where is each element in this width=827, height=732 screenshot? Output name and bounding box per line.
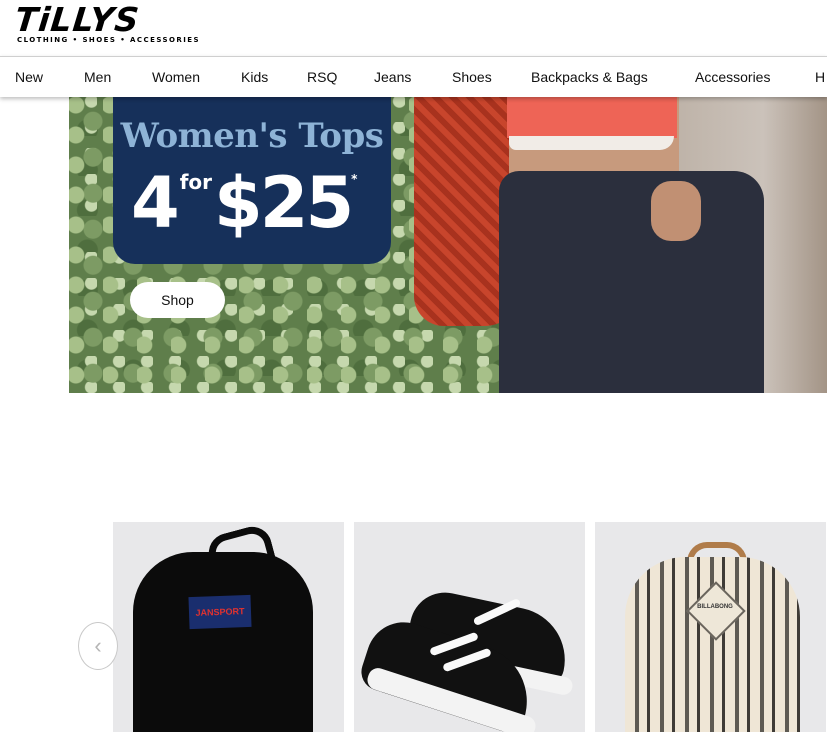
promo-title: Women's Tops: [120, 116, 384, 156]
promo-offer-price: $25: [214, 162, 354, 244]
promo-box: Women's Tops 4 for$25*: [113, 96, 391, 264]
promo-offer-for: for: [179, 170, 213, 194]
product-card[interactable]: JANSPORT: [113, 522, 344, 732]
nav-item-shoes[interactable]: Shoes: [452, 69, 492, 85]
nav-item-women[interactable]: Women: [152, 69, 200, 85]
brand-patch-text: BILLABONG: [697, 604, 733, 610]
hero-model-jeans: [499, 171, 764, 393]
promo-offer-count: 4: [131, 162, 180, 244]
nav-item-new[interactable]: New: [15, 69, 43, 85]
main-nav: New Men Women Kids RSQ Jeans Shoes Backp…: [0, 56, 827, 97]
chevron-left-icon: ‹: [94, 633, 102, 658]
nav-item-truncated[interactable]: H: [815, 69, 825, 85]
nav-item-jeans[interactable]: Jeans: [374, 69, 411, 85]
logo-wordmark: TiLLYS: [13, 0, 142, 39]
nav-item-rsq[interactable]: RSQ: [307, 69, 337, 85]
brand-patch: JANSPORT: [188, 594, 252, 630]
nav-item-accessories[interactable]: Accessories: [695, 69, 770, 85]
hero-model-hand: [651, 181, 701, 241]
nav-item-backpacks-bags[interactable]: Backpacks & Bags: [531, 69, 648, 85]
hero-model-top-band: [509, 136, 674, 150]
product-card[interactable]: [354, 522, 585, 732]
product-image-black-backpack: [133, 552, 313, 732]
logo-tagline: CLOTHING • SHOES • ACCESSORIES: [17, 36, 201, 44]
nav-item-kids[interactable]: Kids: [241, 69, 268, 85]
hero-banner[interactable]: Women's Tops 4 for$25* Shop: [69, 96, 827, 393]
promo-offer-asterisk: *: [351, 172, 358, 186]
carousel-prev-button[interactable]: ‹: [78, 622, 118, 670]
promo-offer: 4 for$25*: [131, 162, 357, 244]
product-card[interactable]: BILLABONG: [595, 522, 826, 732]
shop-button[interactable]: Shop: [130, 282, 225, 318]
hero-model-top: [507, 96, 677, 138]
site-logo[interactable]: TiLLYS CLOTHING • SHOES • ACCESSORIES: [13, 0, 210, 48]
nav-item-men[interactable]: Men: [84, 69, 111, 85]
